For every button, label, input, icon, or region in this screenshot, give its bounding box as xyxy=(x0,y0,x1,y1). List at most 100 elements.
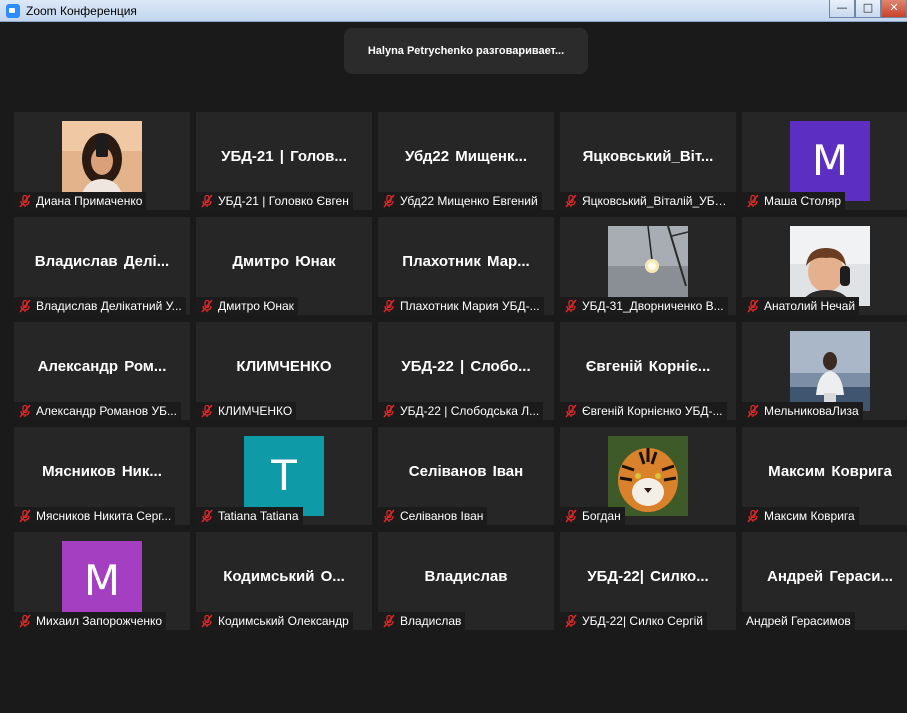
participant-name: Александр Романов УБ... xyxy=(36,404,177,418)
muted-mic-icon xyxy=(19,194,31,208)
participant-tile[interactable]: УБД-31_Дворниченко В... xyxy=(560,217,736,315)
muted-mic-icon xyxy=(201,404,213,418)
participant-name-label: Tatiana Tatiana xyxy=(196,507,303,525)
participant-tile[interactable]: Кодимський О... Кодимський Олександр xyxy=(196,532,372,630)
participant-name-label: Михаил Запорожченко xyxy=(14,612,167,630)
maximize-button[interactable]: □ xyxy=(855,0,881,18)
participant-display-name: Плахотник Мар... xyxy=(402,253,530,270)
participant-display-name: Дмитро Юнак xyxy=(232,253,336,270)
participant-name-label: Плахотник Мария УБД-... xyxy=(378,297,544,315)
participant-tile[interactable]: Владислав Владислав xyxy=(378,532,554,630)
participant-name-label: Александр Романов УБ... xyxy=(14,402,181,420)
participant-avatar: T xyxy=(244,436,324,516)
participant-name: Tatiana Tatiana xyxy=(218,509,299,523)
participant-tile[interactable]: Владислав Делі... Владислав Делікатний У.… xyxy=(14,217,190,315)
participant-tile[interactable]: Мясников Ник... Мясников Никита Серг... xyxy=(14,427,190,525)
participant-tile[interactable]: Євгеній Корніє... Євгеній Корнієнко УБД-.… xyxy=(560,322,736,420)
participant-name: МельниковаЛиза xyxy=(764,404,859,418)
participant-name: УБД-22 | Слободська Л... xyxy=(400,404,540,418)
close-button[interactable]: ✕ xyxy=(881,0,907,18)
participant-display-name: КЛИМЧЕНКО xyxy=(236,358,332,375)
muted-mic-icon xyxy=(565,299,577,313)
participant-video-light-bulb xyxy=(608,226,688,306)
participant-display-name: Євгеній Корніє... xyxy=(585,358,711,375)
participant-display-name: Владислав Делі... xyxy=(34,253,170,270)
participant-name: Максим Коврига xyxy=(764,509,855,523)
participant-name: Диана Примаченко xyxy=(36,194,143,208)
participant-name: Владислав xyxy=(400,614,462,628)
participant-tile[interactable]: Убд22 Мищенк... Убд22 Мищенко Евгений xyxy=(378,112,554,210)
muted-mic-icon xyxy=(565,194,577,208)
participant-video-boy-headphones xyxy=(790,226,870,306)
participant-video-girl-sea xyxy=(790,331,870,411)
active-speaker-banner: Halyna Petrychenko разговаривает... xyxy=(344,28,588,74)
participant-display-name: Кодимський О... xyxy=(223,568,345,585)
participant-name: Убд22 Мищенко Евгений xyxy=(400,194,538,208)
minimize-button[interactable]: — xyxy=(829,0,855,18)
participant-name-label: Владислав xyxy=(378,612,466,630)
participant-name-label: УБД-22| Силко Сергій xyxy=(560,612,707,630)
muted-mic-icon xyxy=(565,509,577,523)
participant-tile[interactable]: Плахотник Мар... Плахотник Мария УБД-... xyxy=(378,217,554,315)
participant-name-label: УБД-31_Дворниченко В... xyxy=(560,297,728,315)
participant-tile[interactable]: КЛИМЧЕНКО КЛИМЧЕНКО xyxy=(196,322,372,420)
participant-name-label: Андрей Герасимов xyxy=(742,612,855,630)
participant-tile[interactable]: M Михаил Запорожченко xyxy=(14,532,190,630)
participant-display-name: Владислав xyxy=(424,568,508,585)
participant-tile[interactable]: УБД-22 | Слобо... УБД-22 | Слободська Л..… xyxy=(378,322,554,420)
participant-name: УБД-31_Дворниченко В... xyxy=(582,299,724,313)
muted-mic-icon xyxy=(747,194,759,208)
participant-name-label: Владислав Делікатний У... xyxy=(14,297,186,315)
participant-name: Богдан xyxy=(582,509,621,523)
participant-name-label: Кодимський Олександр xyxy=(196,612,353,630)
muted-mic-icon xyxy=(201,509,213,523)
muted-mic-icon xyxy=(201,614,213,628)
participant-tile[interactable]: УБД-21 | Голов... УБД-21 | Головко Євген xyxy=(196,112,372,210)
participant-tile[interactable]: Андрей Гераси... Андрей Герасимов xyxy=(742,532,907,630)
window-title: Zoom Конференция xyxy=(26,4,137,18)
participant-tile[interactable]: Александр Ром... Александр Романов УБ... xyxy=(14,322,190,420)
participant-name: УБД-21 | Головко Євген xyxy=(218,194,349,208)
participant-tile[interactable]: M Маша Столяр xyxy=(742,112,907,210)
participant-name: Андрей Герасимов xyxy=(746,614,851,628)
muted-mic-icon xyxy=(383,299,395,313)
zoom-app-icon xyxy=(6,4,20,18)
participant-display-name: УБД-22 | Слобо... xyxy=(401,358,531,375)
participant-name-label: УБД-22 | Слободська Л... xyxy=(378,402,544,420)
participant-tile[interactable]: Максим Коврига Максим Коврига xyxy=(742,427,907,525)
participant-tile[interactable]: T Tatiana Tatiana xyxy=(196,427,372,525)
muted-mic-icon xyxy=(383,509,395,523)
participant-video-girl-selfie xyxy=(62,121,142,201)
participant-name-label: Анатолий Нечай xyxy=(742,297,860,315)
participant-tile[interactable]: Анатолий Нечай xyxy=(742,217,907,315)
participant-name-label: Мясников Никита Серг... xyxy=(14,507,176,525)
participant-name: Анатолий Нечай xyxy=(764,299,856,313)
muted-mic-icon xyxy=(747,404,759,418)
muted-mic-icon xyxy=(201,299,213,313)
participant-name-label: Яцковський_Віталій_УБД... xyxy=(560,192,736,210)
participant-display-name: Александр Ром... xyxy=(37,358,167,375)
participant-name: Владислав Делікатний У... xyxy=(36,299,182,313)
muted-mic-icon xyxy=(383,194,395,208)
participant-tile[interactable]: Дмитро Юнак Дмитро Юнак xyxy=(196,217,372,315)
participant-name: Яцковський_Віталій_УБД... xyxy=(582,194,732,208)
participant-tile[interactable]: Богдан xyxy=(560,427,736,525)
participant-tile[interactable]: Диана Примаченко xyxy=(14,112,190,210)
participant-display-name: Убд22 Мищенк... xyxy=(404,148,527,165)
participant-tile[interactable]: Селіванов Іван Селіванов Іван xyxy=(378,427,554,525)
muted-mic-icon xyxy=(19,614,31,628)
participant-tile[interactable]: Яцковський_Віт... Яцковський_Віталій_УБД.… xyxy=(560,112,736,210)
participant-tile[interactable]: МельниковаЛиза xyxy=(742,322,907,420)
muted-mic-icon xyxy=(747,299,759,313)
muted-mic-icon xyxy=(19,299,31,313)
muted-mic-icon xyxy=(201,194,213,208)
participant-name-label: Дмитро Юнак xyxy=(196,297,298,315)
participant-name: Євгеній Корнієнко УБД-... xyxy=(582,404,723,418)
participant-video-tiger xyxy=(608,436,688,516)
participant-display-name: УБД-21 | Голов... xyxy=(221,148,347,165)
participant-display-name: Яцковський_Віт... xyxy=(582,148,714,165)
participant-avatar: M xyxy=(790,121,870,201)
participant-tile[interactable]: УБД-22| Силко... УБД-22| Силко Сергій xyxy=(560,532,736,630)
muted-mic-icon xyxy=(19,404,31,418)
participant-name: Маша Столяр xyxy=(764,194,842,208)
